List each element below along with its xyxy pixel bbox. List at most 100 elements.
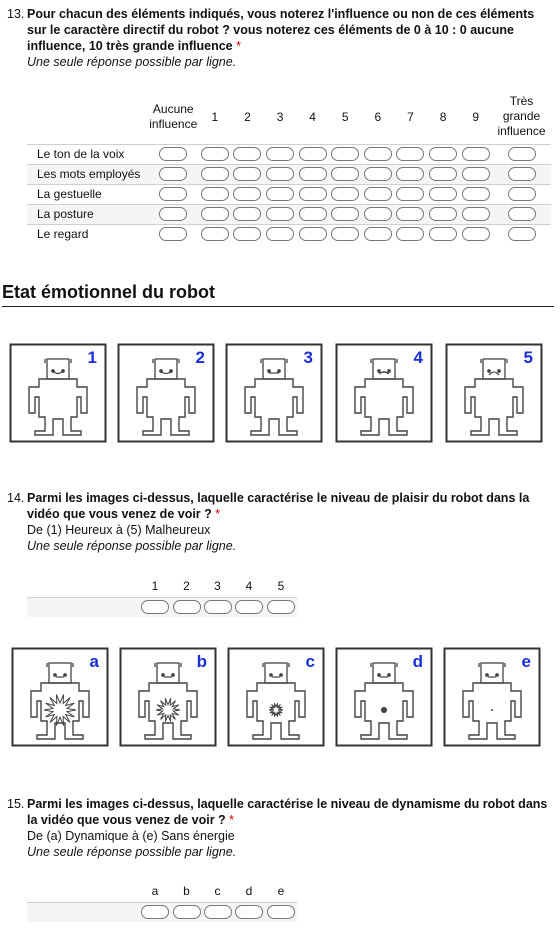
column-header: 8	[439, 109, 447, 124]
radio-option[interactable]	[363, 187, 392, 202]
radio-option[interactable]	[233, 227, 262, 242]
radio-option[interactable]	[429, 187, 458, 202]
question-title: Parmi les images ci-dessus, laquelle car…	[27, 797, 548, 827]
radio-option[interactable]	[298, 227, 327, 242]
grid-header: Aucune influence 1 2 3 4 5 6 7 8 9 Très …	[27, 90, 551, 144]
radio-option[interactable]	[267, 905, 295, 920]
radio-option[interactable]	[396, 227, 425, 242]
image-label: d	[413, 652, 423, 671]
column-header: 3	[276, 109, 284, 124]
radio-option[interactable]	[266, 227, 295, 242]
radio-option[interactable]	[331, 147, 360, 162]
image-label: 5	[524, 348, 533, 367]
grid-row: Les mots employés	[27, 163, 551, 184]
radio-option[interactable]	[200, 227, 229, 242]
radio-option[interactable]	[233, 207, 262, 222]
radio-option[interactable]	[429, 147, 458, 162]
radio-option[interactable]	[159, 227, 188, 242]
column-header: e	[277, 883, 285, 898]
column-header: 2	[183, 578, 190, 593]
radio-option[interactable]	[298, 187, 327, 202]
radio-option[interactable]	[266, 167, 295, 182]
radio-option[interactable]	[507, 187, 536, 202]
radio-option[interactable]	[429, 227, 458, 242]
grid-row	[27, 901, 297, 922]
radio-option[interactable]	[461, 147, 490, 162]
radio-option[interactable]	[233, 147, 262, 162]
question-subtitle: De (1) Heureux à (5) Malheureux	[27, 523, 211, 537]
column-header: Aucune influence	[149, 101, 198, 131]
radio-option[interactable]	[203, 600, 232, 615]
radio-option[interactable]	[267, 600, 295, 615]
radio-option[interactable]	[396, 167, 425, 182]
radio-option[interactable]	[141, 905, 169, 920]
radio-option[interactable]	[159, 147, 188, 162]
radio-option[interactable]	[507, 207, 536, 222]
radio-option[interactable]	[233, 167, 262, 182]
radio-option[interactable]	[200, 207, 229, 222]
radio-option[interactable]	[461, 227, 490, 242]
radio-option[interactable]	[363, 167, 392, 182]
radio-option[interactable]	[159, 187, 188, 202]
image-label: e	[522, 652, 531, 671]
radio-option[interactable]	[396, 187, 425, 202]
radio-option[interactable]	[461, 167, 490, 182]
image-label: c	[306, 652, 315, 671]
grid-row: Le ton de la voix	[27, 143, 551, 164]
radio-option[interactable]	[363, 147, 392, 162]
radio-option[interactable]	[396, 147, 425, 162]
radio-option[interactable]	[331, 227, 360, 242]
radio-option[interactable]	[203, 905, 232, 920]
radio-option[interactable]	[298, 167, 327, 182]
column-header: 1	[151, 578, 159, 593]
question-number: 14.	[7, 491, 25, 505]
radio-option[interactable]	[461, 187, 490, 202]
column-header: a	[151, 883, 159, 898]
image-label: 3	[304, 348, 313, 367]
radio-option[interactable]	[298, 147, 327, 162]
radio-option[interactable]	[461, 207, 490, 222]
question-number: 13.	[7, 7, 25, 21]
radio-option[interactable]	[396, 207, 425, 222]
radio-option[interactable]	[235, 905, 263, 920]
column-header: 4	[309, 109, 316, 124]
radio-option[interactable]	[507, 147, 536, 162]
radio-option[interactable]	[200, 167, 229, 182]
column-header: Très grande influence	[497, 94, 546, 139]
radio-option[interactable]	[363, 207, 392, 222]
radio-option[interactable]	[200, 147, 229, 162]
radio-option[interactable]	[172, 600, 201, 615]
radio-option[interactable]	[331, 187, 360, 202]
radio-option[interactable]	[233, 187, 262, 202]
radio-option[interactable]	[507, 227, 536, 242]
required-mark: *	[215, 507, 221, 521]
radio-option[interactable]	[429, 167, 458, 182]
radio-option[interactable]	[172, 905, 201, 920]
question-15: 15. Parmi les images ci-dessus, laquelle…	[7, 796, 552, 860]
radio-option[interactable]	[507, 167, 536, 182]
question-14: 14. Parmi les images ci-dessus, laquelle…	[7, 490, 552, 554]
radio-option[interactable]	[266, 147, 295, 162]
radio-option[interactable]	[235, 600, 263, 615]
radio-option[interactable]	[298, 207, 327, 222]
column-header: 4	[245, 578, 253, 593]
radio-option[interactable]	[331, 207, 360, 222]
dynamisme-images: a b c d e	[0, 647, 560, 757]
question-subtitle: De (a) Dynamique à (e) Sans énergie	[27, 829, 235, 843]
question-13: 13. Pour chacun des éléments indiqués, v…	[7, 6, 552, 70]
image-label: 1	[88, 348, 97, 367]
radio-option[interactable]	[159, 167, 188, 182]
radio-option[interactable]	[429, 207, 458, 222]
image-label: a	[90, 652, 100, 671]
q15-grid: a b c d e	[27, 880, 297, 922]
radio-option[interactable]	[266, 187, 295, 202]
radio-option[interactable]	[200, 187, 229, 202]
radio-option[interactable]	[141, 600, 169, 615]
image-label: 2	[196, 348, 205, 367]
radio-option[interactable]	[331, 167, 360, 182]
question-help: Une seule réponse possible par ligne.	[27, 845, 237, 859]
radio-option[interactable]	[363, 227, 392, 242]
radio-option[interactable]	[266, 207, 295, 222]
radio-option[interactable]	[159, 207, 188, 222]
question-help: Une seule réponse possible par ligne.	[27, 539, 237, 553]
